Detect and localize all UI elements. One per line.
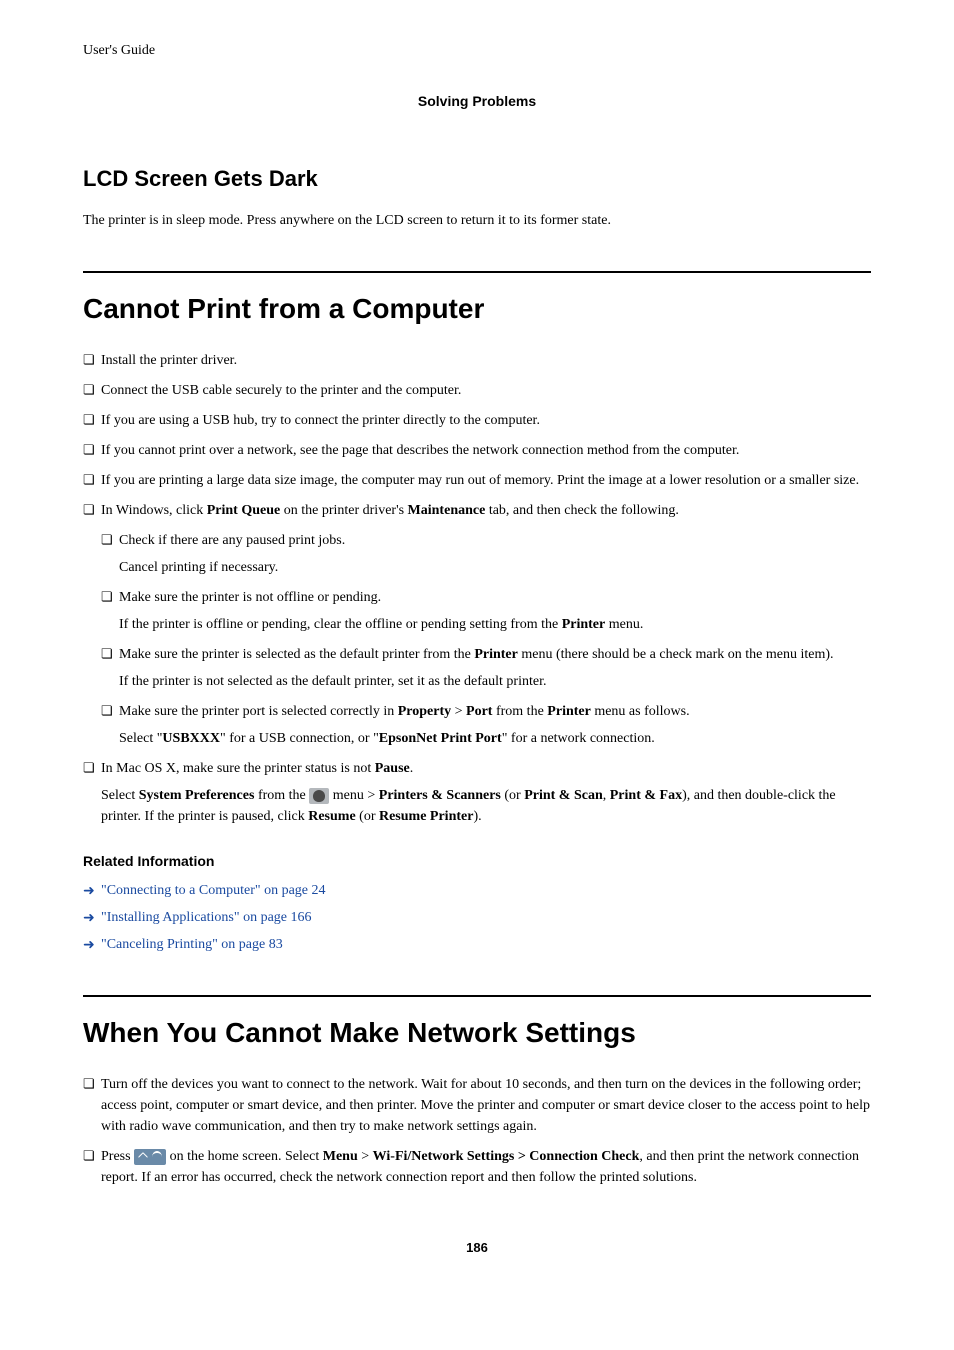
sub-text: If the printer is offline or pending, cl… (119, 614, 871, 635)
apple-menu-icon (309, 788, 329, 804)
bold-text: Printers & Scanners (379, 788, 501, 803)
bold-text: Printer (562, 617, 606, 632)
header-center: Solving Problems (83, 91, 871, 112)
list-item: Make sure the printer is not offline or … (101, 587, 871, 635)
list-item: If you are printing a large data size im… (83, 470, 871, 491)
related-list: "Connecting to a Computer" on page 24 "I… (83, 880, 871, 955)
page-number: 186 (83, 1238, 871, 1258)
text: from the (492, 704, 547, 719)
related-link[interactable]: "Canceling Printing" on page 83 (101, 937, 283, 952)
bold-text: Port (466, 704, 492, 719)
bold-text: Print & Scan (524, 788, 603, 803)
bold-text: Property (398, 704, 451, 719)
text: In Windows, click (101, 503, 207, 518)
wifi-network-icon (134, 1149, 166, 1165)
text: (or (356, 809, 379, 824)
bold-text: Print & Fax (610, 788, 682, 803)
text: menu. (605, 617, 643, 632)
text: ). (473, 809, 481, 824)
bold-text: Resume Printer (379, 809, 473, 824)
text: Press (101, 1149, 134, 1164)
bold-text: USBXXX (162, 731, 220, 746)
text: Check if there are any paused print jobs… (119, 533, 345, 548)
text: Select (101, 788, 139, 803)
text: Select " (119, 731, 162, 746)
bold-text: Wi-Fi/Network Settings > Connection Chec… (373, 1149, 640, 1164)
bold-text: Print Queue (207, 503, 281, 518)
text: on the printer driver's (280, 503, 407, 518)
sub-text: If the printer is not selected as the de… (119, 671, 871, 692)
list-item: If you cannot print over a network, see … (83, 440, 871, 461)
text: > (451, 704, 466, 719)
section2-list: Install the printer driver. Connect the … (83, 350, 871, 827)
list-item: Connect the USB cable securely to the pr… (83, 380, 871, 401)
text: " for a USB connection, or " (220, 731, 379, 746)
related-link[interactable]: "Connecting to a Computer" on page 24 (101, 883, 326, 898)
text: . (410, 761, 414, 776)
related-link-item: "Installing Applications" on page 166 (83, 907, 871, 928)
sub-text: Select System Preferences from the menu … (101, 785, 871, 827)
text: > (358, 1149, 373, 1164)
list-item: Turn off the devices you want to connect… (83, 1074, 871, 1137)
related-link[interactable]: "Installing Applications" on page 166 (101, 910, 312, 925)
list-item: Make sure the printer port is selected c… (101, 701, 871, 749)
section1-body: The printer is in sleep mode. Press anyw… (83, 210, 871, 231)
list-item: If you are using a USB hub, try to conne… (83, 410, 871, 431)
bold-text: Resume (308, 809, 355, 824)
header-top: User's Guide (83, 40, 871, 61)
text: from the (254, 788, 309, 803)
text: If the printer is offline or pending, cl… (119, 617, 562, 632)
bold-text: Menu (323, 1149, 358, 1164)
text: Make sure the printer is not offline or … (119, 590, 381, 605)
text: menu > (329, 788, 379, 803)
sub-text: Select "USBXXX" for a USB connection, or… (119, 728, 871, 749)
sub-text: Cancel printing if necessary. (119, 557, 871, 578)
text: Make sure the printer is selected as the… (119, 647, 474, 662)
text: Make sure the printer port is selected c… (119, 704, 398, 719)
related-heading: Related Information (83, 851, 871, 872)
text: on the home screen. Select (166, 1149, 323, 1164)
bold-text: EpsonNet Print Port (379, 731, 502, 746)
inner-list: Check if there are any paused print jobs… (101, 530, 871, 749)
related-link-item: "Connecting to a Computer" on page 24 (83, 880, 871, 901)
text: menu (there should be a check mark on th… (518, 647, 834, 662)
text: (or (501, 788, 524, 803)
bold-text: Maintenance (408, 503, 486, 518)
text: In Mac OS X, make sure the printer statu… (101, 761, 375, 776)
section3-heading: When You Cannot Make Network Settings (83, 995, 871, 1054)
list-item: In Mac OS X, make sure the printer statu… (83, 758, 871, 827)
list-item: Check if there are any paused print jobs… (101, 530, 871, 578)
bold-text: Pause (375, 761, 410, 776)
bold-text: Printer (547, 704, 591, 719)
list-item: Install the printer driver. (83, 350, 871, 371)
bold-text: Printer (474, 647, 518, 662)
text: menu as follows. (591, 704, 690, 719)
bold-text: System Preferences (139, 788, 255, 803)
section2-heading: Cannot Print from a Computer (83, 271, 871, 330)
section3-list: Turn off the devices you want to connect… (83, 1074, 871, 1188)
related-link-item: "Canceling Printing" on page 83 (83, 934, 871, 955)
text: tab, and then check the following. (485, 503, 679, 518)
list-item: In Windows, click Print Queue on the pri… (83, 500, 871, 749)
text: " for a network connection. (502, 731, 655, 746)
section1-heading: LCD Screen Gets Dark (83, 162, 871, 195)
text: , (603, 788, 610, 803)
list-item: Press on the home screen. Select Menu > … (83, 1146, 871, 1188)
list-item: Make sure the printer is selected as the… (101, 644, 871, 692)
